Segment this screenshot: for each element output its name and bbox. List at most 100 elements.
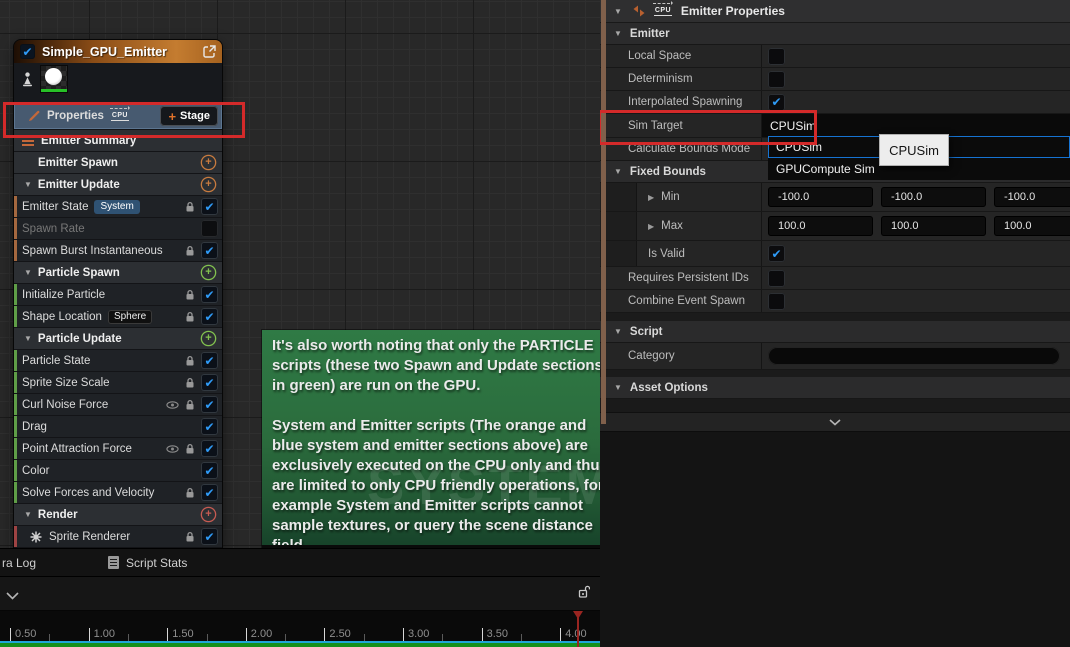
stack-row-spawn-rate[interactable]: Spawn Rate <box>14 218 222 239</box>
chevron-down-icon[interactable]: ▼ <box>24 510 32 519</box>
playhead[interactable] <box>573 611 583 647</box>
shape-location-checkbox[interactable]: ✔ <box>201 308 218 325</box>
spawn-burst-instantaneous-checkbox[interactable]: ✔ <box>201 242 218 259</box>
add-stage-button[interactable]: +Stage <box>160 106 218 126</box>
property-row-max[interactable]: ▶Max100.0100.0100.0 <box>600 212 1070 241</box>
max-field-1[interactable]: 100.0 <box>881 216 986 236</box>
open-emitter-icon[interactable] <box>203 45 216 58</box>
add-particle-update-button[interactable]: + <box>202 332 215 345</box>
sprite-size-scale-checkbox[interactable]: ✔ <box>201 374 218 391</box>
sprite-renderer-checkbox[interactable]: ✔ <box>201 528 218 545</box>
solve-forces-and-velocity-checkbox[interactable]: ✔ <box>201 484 218 501</box>
chevron-down-icon[interactable]: ▼ <box>24 268 32 277</box>
visibility-icon[interactable] <box>166 401 179 409</box>
color-checkbox[interactable]: ✔ <box>201 462 218 479</box>
chevron-down-icon[interactable] <box>6 587 19 605</box>
determinism-checkbox[interactable] <box>768 71 785 88</box>
chevron-down-icon[interactable]: ▼ <box>614 167 622 176</box>
emitter-node-header[interactable]: ✔ Simple_GPU_Emitter <box>14 40 222 63</box>
stack-row-initialize-particle[interactable]: Initialize Particle✔ <box>14 284 222 305</box>
stack-row-properties[interactable]: PropertiesCPU+Stage <box>14 103 222 129</box>
local-space-checkbox[interactable] <box>768 48 785 65</box>
tab-script-stats[interactable]: Script Stats <box>108 556 187 570</box>
emitter-preview-thumbnail[interactable] <box>41 66 67 92</box>
chevron-down-icon[interactable]: ▼ <box>614 383 622 392</box>
emitter-enabled-checkbox[interactable]: ✔ <box>20 44 35 59</box>
lock-icon[interactable] <box>185 531 195 543</box>
stack-row-shape-location[interactable]: Shape LocationSphere✔ <box>14 306 222 327</box>
section-asset-options[interactable]: ▼Asset Options <box>600 377 1070 399</box>
min-field-1[interactable]: -100.0 <box>881 187 986 207</box>
lock-icon[interactable] <box>185 377 195 389</box>
combine-event-spawn-checkbox[interactable] <box>768 293 785 310</box>
point-attraction-force-checkbox[interactable]: ✔ <box>201 440 218 457</box>
lock-icon[interactable] <box>185 399 195 411</box>
lock-icon[interactable] <box>185 201 195 213</box>
details-expander[interactable] <box>600 413 1070 432</box>
add-emitter-spawn-button[interactable]: + <box>202 156 215 169</box>
lock-icon[interactable] <box>185 289 195 301</box>
property-row-requires-persistent-ids[interactable]: Requires Persistent IDs <box>600 267 1070 290</box>
chevron-down-icon[interactable]: ▼ <box>614 29 622 38</box>
stack-row-particle-update[interactable]: ▼Particle Update+ <box>14 328 222 349</box>
category-input[interactable] <box>768 347 1060 365</box>
timeline-range-bar[interactable] <box>0 643 600 647</box>
chevron-right-icon[interactable]: ▶ <box>648 222 654 231</box>
min-field-0[interactable]: -100.0 <box>768 187 873 207</box>
stack-row-particle-state[interactable]: Particle State✔ <box>14 350 222 371</box>
stack-row-point-attraction-force[interactable]: Point Attraction Force✔ <box>14 438 222 459</box>
node-graph-canvas[interactable]: ✔ Simple_GPU_Emitter PropertiesCPU+Stage… <box>0 0 600 548</box>
stack-row-sprite-size-scale[interactable]: Sprite Size Scale✔ <box>14 372 222 393</box>
collapse-triangle-icon[interactable]: ▼ <box>614 7 622 16</box>
property-row-sim-target[interactable]: Sim TargetCPUSim <box>600 114 1070 138</box>
stack-row-drag[interactable]: Drag✔ <box>14 416 222 437</box>
lock-icon[interactable] <box>185 311 195 323</box>
is-valid-checkbox[interactable]: ✔ <box>768 245 785 262</box>
add-render-button[interactable]: + <box>202 508 215 521</box>
stack-row-render[interactable]: ▼Render+ <box>14 504 222 525</box>
property-row-determinism[interactable]: Determinism <box>600 68 1070 91</box>
initialize-particle-checkbox[interactable]: ✔ <box>201 286 218 303</box>
stack-row-emitter-spawn[interactable]: Emitter Spawn+ <box>14 152 222 173</box>
interpolated-spawning-checkbox[interactable]: ✔ <box>768 94 785 111</box>
stack-row-spawn-burst-instantaneous[interactable]: Spawn Burst Instantaneous✔ <box>14 240 222 261</box>
chevron-down-icon[interactable]: ▼ <box>614 327 622 336</box>
property-row-category[interactable]: Category <box>600 343 1070 370</box>
chevron-down-icon[interactable]: ▼ <box>24 334 32 343</box>
drag-checkbox[interactable]: ✔ <box>201 418 218 435</box>
stack-row-emitter-update[interactable]: ▼Emitter Update+ <box>14 174 222 195</box>
max-field-2[interactable]: 100.0 <box>994 216 1070 236</box>
min-field-2[interactable]: -100.0 <box>994 187 1070 207</box>
property-row-combine-event-spawn[interactable]: Combine Event Spawn <box>600 290 1070 313</box>
lock-icon[interactable] <box>185 245 195 257</box>
lock-icon[interactable] <box>185 443 195 455</box>
lock-icon[interactable] <box>185 487 195 499</box>
curl-noise-force-checkbox[interactable]: ✔ <box>201 396 218 413</box>
stack-row-solve-forces-and-velocity[interactable]: Solve Forces and Velocity✔ <box>14 482 222 503</box>
unlock-icon[interactable] <box>578 585 590 604</box>
section-emitter[interactable]: ▼Emitter <box>600 23 1070 45</box>
lock-icon[interactable] <box>185 355 195 367</box>
max-field-0[interactable]: 100.0 <box>768 216 873 236</box>
spawn-rate-checkbox[interactable] <box>201 220 218 237</box>
visibility-icon[interactable] <box>166 445 179 453</box>
stack-row-particle-spawn[interactable]: ▼Particle Spawn+ <box>14 262 222 283</box>
chevron-right-icon[interactable]: ▶ <box>648 193 654 202</box>
requires-persistent-ids-checkbox[interactable] <box>768 270 785 287</box>
chevron-down-icon[interactable]: ▼ <box>24 180 32 189</box>
property-row-local-space[interactable]: Local Space <box>600 45 1070 68</box>
property-row-interpolated-spawning[interactable]: Interpolated Spawning✔ <box>600 91 1070 114</box>
section-script[interactable]: ▼Script <box>600 321 1070 343</box>
emitter-state-checkbox[interactable]: ✔ <box>201 198 218 215</box>
stack-row-sprite-renderer[interactable]: Sprite Renderer✔ <box>14 526 222 547</box>
details-header[interactable]: ▼ CPU Emitter Properties <box>600 0 1070 23</box>
stack-row-emitter-state[interactable]: Emitter StateSystem✔ <box>14 196 222 217</box>
stack-row-curl-noise-force[interactable]: Curl Noise Force✔ <box>14 394 222 415</box>
stack-row-color[interactable]: Color✔ <box>14 460 222 481</box>
add-emitter-update-button[interactable]: + <box>202 178 215 191</box>
stack-row-emitter-summary[interactable]: Emitter Summary <box>14 130 222 151</box>
add-particle-spawn-button[interactable]: + <box>202 266 215 279</box>
property-row-is-valid[interactable]: Is Valid✔ <box>600 241 1070 267</box>
timeline-ruler[interactable]: 0.501.001.502.002.503.003.504.00 <box>0 611 600 647</box>
particle-state-checkbox[interactable]: ✔ <box>201 352 218 369</box>
